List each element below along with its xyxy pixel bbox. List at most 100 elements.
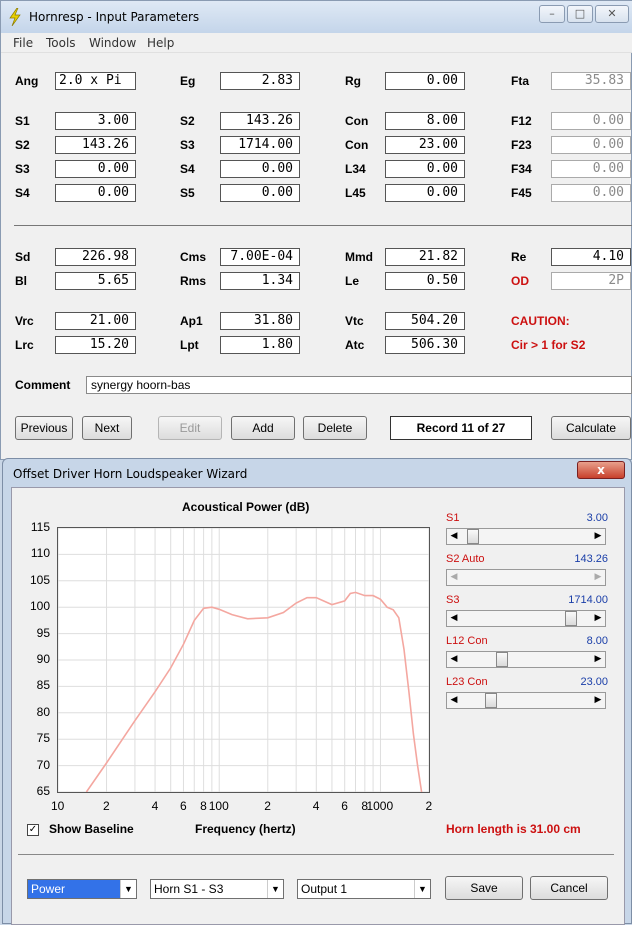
con2-field[interactable]: 23.00 [385,136,465,154]
comment-label: Comment [15,378,71,392]
close-button[interactable]: ✕ [595,5,629,23]
power-series-line [85,591,423,793]
scroll-right-icon[interactable]: ▶ [591,652,605,667]
parameter-slider[interactable]: ◀ ▶ [446,569,606,586]
slider-value: 23.00 [580,676,608,688]
parameter-slider[interactable]: ◀ ▶ [446,610,606,627]
fta-field: 35.83 [551,72,631,90]
save-button[interactable]: Save [445,876,523,900]
mmd-field[interactable]: 21.82 [385,248,465,266]
ap1-field[interactable]: 31.80 [220,312,300,330]
add-button[interactable]: Add [231,416,295,440]
sd-field[interactable]: 226.98 [55,248,136,266]
power-chart [57,527,430,793]
previous-button[interactable]: Previous [15,416,73,440]
scroll-right-icon[interactable]: ▶ [591,529,605,544]
f45-label: F45 [511,186,532,200]
delete-button[interactable]: Delete [303,416,367,440]
scroll-left-icon[interactable]: ◀ [447,611,461,626]
y-tick-label: 70 [36,757,50,772]
parameter-slider[interactable]: ◀ ▶ [446,692,606,709]
s2-field[interactable]: 143.26 [55,136,136,154]
parameter-slider[interactable]: ◀ ▶ [446,651,606,668]
y-tick-label: 105 [29,572,50,587]
x-tick-label: 6 [341,799,348,813]
f34-field: 0.00 [551,160,631,178]
atc-field[interactable]: 506.30 [385,336,465,354]
record-indicator: Record 11 of 27 [390,416,532,440]
parameter-slider[interactable]: ◀ ▶ [446,528,606,545]
ap1-label: Ap1 [180,314,203,328]
wizard-title: Offset Driver Horn Loudspeaker Wizard [13,467,248,481]
s3-label: S3 [180,138,195,152]
menu-window[interactable]: Window [89,36,136,50]
calculate-button[interactable]: Calculate [551,416,631,440]
s3-field-b[interactable]: 1714.00 [220,136,300,154]
output-select-value: Output 1 [301,882,348,896]
slider-thumb[interactable] [466,529,479,544]
bl-label: Bl [15,274,27,288]
vrc-field[interactable]: 21.00 [55,312,136,330]
vtc-field[interactable]: 504.20 [385,312,465,330]
x-tick-label: 2 [425,799,433,813]
menu-tools[interactable]: Tools [46,36,76,50]
menu-help[interactable]: Help [147,36,174,50]
x-tick-label: 2 [103,799,110,813]
s3-label: S3 [15,162,30,176]
lpt-field[interactable]: 1.80 [220,336,300,354]
x-tick-label: 10 [51,799,65,813]
f45-field: 0.00 [551,184,631,202]
y-tick-label: 85 [36,678,50,693]
lightning-icon [9,8,21,26]
mode-select[interactable]: Power ▼ [27,879,137,899]
con2-label: Con [345,138,369,152]
output-select[interactable]: Output 1 ▼ [297,879,431,899]
cancel-button[interactable]: Cancel [530,876,608,900]
scroll-right-icon[interactable]: ▶ [591,570,605,585]
maximize-button[interactable]: □ [567,5,593,23]
slider-thumb[interactable] [564,611,577,626]
le-field[interactable]: 0.50 [385,272,465,290]
scroll-right-icon[interactable]: ▶ [591,611,605,626]
wizard-close-button[interactable]: x [577,461,625,479]
re-field[interactable]: 4.10 [551,248,631,266]
comment-field[interactable]: synergy hoorn-bas [86,376,632,394]
horn-select[interactable]: Horn S1 - S3 ▼ [150,879,284,899]
rg-field[interactable]: 0.00 [385,72,465,90]
bl-field[interactable]: 5.65 [55,272,136,290]
s1-field[interactable]: 3.00 [55,112,136,130]
s4-field[interactable]: 0.00 [55,184,136,202]
l45-field[interactable]: 0.00 [385,184,465,202]
con1-label: Con [345,114,369,128]
s2-field-b[interactable]: 143.26 [220,112,300,130]
cms-field[interactable]: 7.00E-04 [220,248,300,266]
slider-thumb[interactable] [484,693,497,708]
vrc-label: Vrc [15,314,34,328]
next-button[interactable]: Next [82,416,132,440]
cms-label: Cms [180,250,207,264]
rg-label: Rg [345,74,361,88]
menu-file[interactable]: File [13,36,33,50]
scroll-left-icon[interactable]: ◀ [447,693,461,708]
eg-field[interactable]: 2.83 [220,72,300,90]
con1-field[interactable]: 8.00 [385,112,465,130]
scroll-left-icon[interactable]: ◀ [447,570,461,585]
s5-label: S5 [180,186,195,200]
rms-field[interactable]: 1.34 [220,272,300,290]
lpt-label: Lpt [180,338,199,352]
s4-field-b[interactable]: 0.00 [220,160,300,178]
scroll-right-icon[interactable]: ▶ [591,693,605,708]
edit-button: Edit [158,416,222,440]
s5-field[interactable]: 0.00 [220,184,300,202]
minimize-button[interactable]: – [539,5,565,23]
slider-thumb[interactable] [496,652,509,667]
s3-field[interactable]: 0.00 [55,160,136,178]
slider-value: 8.00 [586,635,608,647]
x-tick-label: 6 [179,799,187,813]
ang-field[interactable]: 2.0 x Pi [55,72,136,90]
l34-field[interactable]: 0.00 [385,160,465,178]
show-baseline-checkbox[interactable]: ✓ [27,824,39,836]
lrc-field[interactable]: 15.20 [55,336,136,354]
scroll-left-icon[interactable]: ◀ [447,652,461,667]
scroll-left-icon[interactable]: ◀ [447,529,461,544]
